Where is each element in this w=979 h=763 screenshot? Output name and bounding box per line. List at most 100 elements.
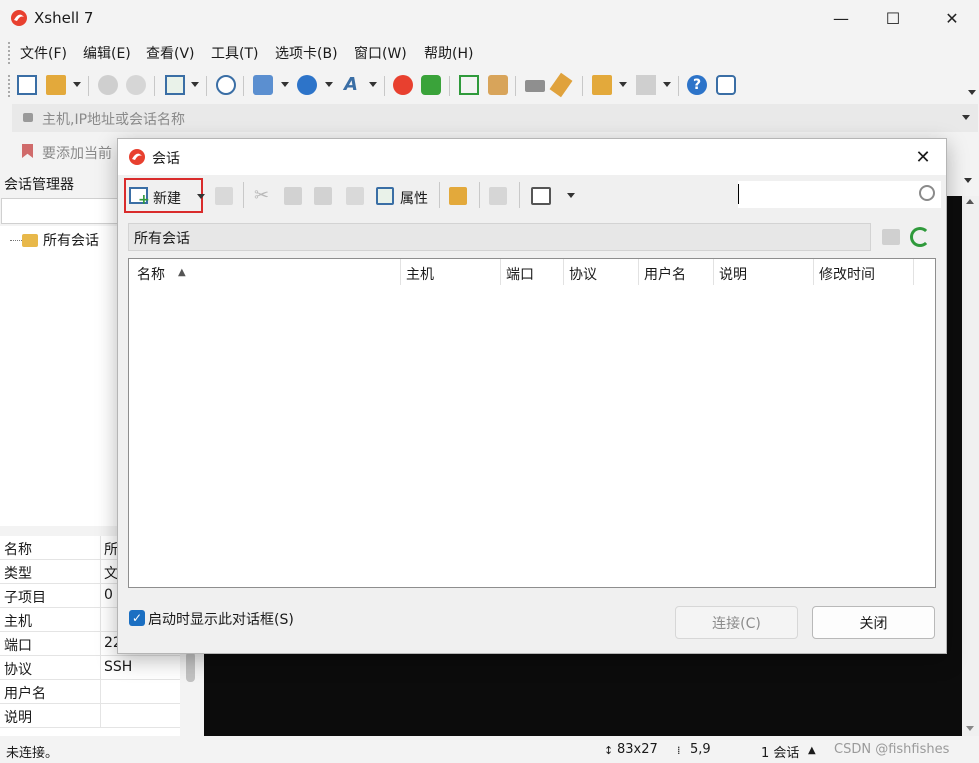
layout-icon[interactable] [636,75,656,95]
column-separator[interactable] [713,259,714,285]
new-dropdown-icon[interactable] [197,194,205,199]
show-on-start-label[interactable]: 启动时显示此对话框(S) [148,609,294,629]
xftp-icon[interactable] [421,75,441,95]
column-separator[interactable] [563,259,564,285]
address-bar[interactable]: 主机,IP地址或会话名称 [12,104,978,132]
session-search-input[interactable] [1,198,119,224]
layout-dropdown-icon[interactable] [663,82,671,87]
scrollbar-thumb[interactable] [186,652,195,682]
property-row: 说明 [0,704,180,728]
menu-help[interactable]: 帮助(H) [424,43,473,63]
help-icon[interactable]: ? [687,75,707,95]
tab-list-dropdown-icon[interactable] [964,178,972,183]
address-dropdown-icon[interactable] [962,115,970,120]
menu-bar: 文件(F) 编辑(E) 查看(V) 工具(T) 选项卡(B) 窗口(W) 帮助(… [0,38,979,68]
session-properties-icon[interactable] [165,75,185,95]
view-mode-icon[interactable] [531,187,551,205]
column-separator[interactable] [500,259,501,285]
menu-tools[interactable]: 工具(T) [211,43,258,63]
session-filter-input[interactable] [738,181,941,208]
tab-group-dropdown-icon[interactable] [619,82,627,87]
column-header-protocol[interactable]: 协议 [569,264,597,284]
bookmark-icon [22,144,33,158]
menu-tabs[interactable]: 选项卡(B) [275,43,338,63]
connect-button[interactable]: 连接(C) [675,606,798,639]
find-icon[interactable] [216,75,236,95]
search-icon[interactable] [919,185,935,201]
transfer-dropdown-icon[interactable] [281,82,289,87]
close-window-button[interactable]: ✕ [929,0,975,36]
font-icon[interactable]: A [341,75,361,95]
dialog-close-icon[interactable]: ✕ [910,144,936,170]
column-separator[interactable] [813,259,814,285]
scroll-up-icon[interactable] [966,199,974,204]
column-header-name[interactable]: 名称 [137,264,165,284]
properties-dropdown-icon[interactable] [191,82,199,87]
maximize-button[interactable]: ☐ [870,0,916,36]
app-title: Xshell 7 [34,9,94,27]
tree-item-all-sessions[interactable]: 所有会话 [22,230,99,250]
properties-button-label[interactable]: 属性 [400,188,428,208]
column-header-port[interactable]: 端口 [506,264,534,284]
property-key: 子项目 [4,590,46,606]
session-count-arrow-icon[interactable]: ▲ [808,745,816,756]
open-folder-icon[interactable] [449,187,467,205]
open-dropdown-icon[interactable] [73,82,81,87]
menu-edit[interactable]: 编辑(E) [83,43,131,63]
toolbar-overflow-icon[interactable] [968,90,976,95]
menu-grip [8,42,11,64]
folder-up-icon[interactable] [882,229,900,245]
main-toolbar: A ? [0,70,979,102]
toolbar-grip [8,75,11,97]
column-header-username[interactable]: 用户名 [644,264,686,284]
font-dropdown-icon[interactable] [369,82,377,87]
properties-icon[interactable] [376,187,394,205]
column-header-host[interactable]: 主机 [406,264,434,284]
delete-icon[interactable] [346,187,364,205]
view-mode-dropdown-icon[interactable] [567,193,575,198]
new-session-button[interactable]: + 新建 [124,178,203,213]
lock-icon [23,113,33,122]
close-button[interactable]: 关闭 [812,606,935,639]
disconnect-icon[interactable] [126,75,146,95]
encoding-dropdown-icon[interactable] [325,82,333,87]
show-on-start-checkbox[interactable]: ✓ [129,610,145,626]
paste-icon[interactable] [314,187,332,205]
menu-window[interactable]: 窗口(W) [354,43,407,63]
column-header-description[interactable]: 说明 [719,264,747,284]
scroll-down-icon[interactable] [966,726,974,731]
lock-icon[interactable] [488,75,508,95]
toolbar-separator [515,76,516,96]
new-session-icon[interactable] [17,75,37,95]
keyboard-icon[interactable] [525,80,545,92]
fullscreen-icon[interactable] [459,75,479,95]
xshell-icon[interactable] [393,75,413,95]
column-header-modified[interactable]: 修改时间 [819,264,875,284]
session-count: 1 会话 [761,746,800,761]
cursor-icon: ⁞ [677,744,681,757]
copy-icon[interactable] [284,187,302,205]
column-separator[interactable] [638,259,639,285]
column-separator[interactable] [400,259,401,285]
globe-icon[interactable] [297,75,317,95]
transfer-icon[interactable] [253,75,273,95]
session-tree: 所有会话 [0,226,120,526]
terminal-scrollbar[interactable] [962,196,979,736]
connect-icon[interactable] [98,75,118,95]
open-session-icon[interactable] [215,187,233,205]
minimize-button[interactable]: — [818,0,864,36]
new-tab-group-icon[interactable] [592,75,612,95]
refresh-icon[interactable] [910,227,930,247]
chat-icon[interactable] [716,75,736,95]
property-key: 名称 [4,542,32,558]
links-bar-hint: 要添加当前 [42,146,112,162]
open-folder-icon[interactable] [46,75,66,95]
tree-item-label: 所有会话 [43,233,99,249]
menu-view[interactable]: 查看(V) [146,43,195,63]
menu-file[interactable]: 文件(F) [20,43,67,63]
highlight-icon[interactable] [549,72,573,98]
column-separator[interactable] [913,259,914,285]
xshell-logo-icon [129,149,145,165]
export-icon[interactable] [489,187,507,205]
cut-icon[interactable]: ✂ [254,187,272,205]
